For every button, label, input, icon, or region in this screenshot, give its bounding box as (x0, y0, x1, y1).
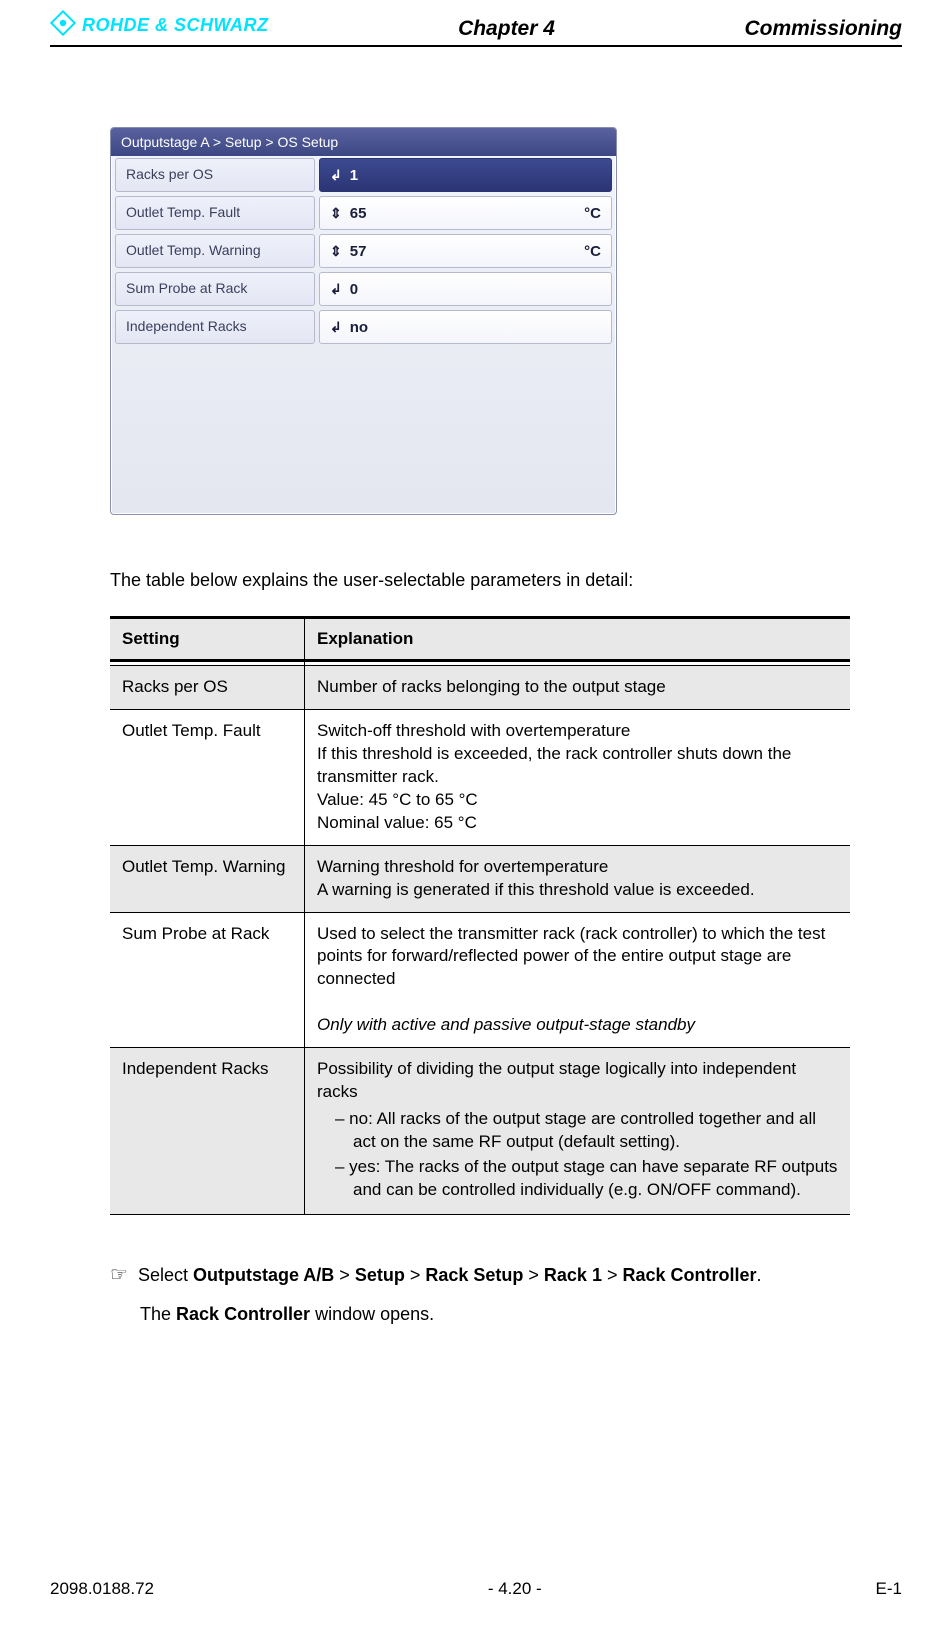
cell-setting: Independent Racks (110, 1048, 305, 1215)
value-unit: °C (584, 243, 601, 260)
setup-fields: Racks per OS↲1Outlet Temp. Fault⇕65°COut… (111, 156, 616, 514)
table-row: Outlet Temp. WarningWarning threshold fo… (110, 845, 850, 912)
instruction-text: Select Outputstage A/B > Setup > Rack Se… (138, 1265, 762, 1286)
value-text: 57 (350, 243, 367, 260)
brand: ROHDE & SCHWARZ (50, 10, 269, 41)
table-row: Sum Probe at RackUsed to select the tran… (110, 912, 850, 1048)
list-item: – yes: The racks of the output stage can… (335, 1156, 838, 1202)
enter-icon: ↲ (330, 281, 342, 298)
brand-text: ROHDE & SCHWARZ (82, 15, 269, 36)
spinner-icon: ⇕ (330, 243, 342, 260)
table-row: Outlet Temp. FaultSwitch-off threshold w… (110, 709, 850, 845)
pointer-icon: ☞ (110, 1265, 128, 1285)
path-segment: Setup (355, 1265, 405, 1285)
cell-note: Only with active and passive output-stag… (317, 1015, 695, 1034)
chapter-label: Chapter 4 (269, 17, 745, 41)
cell-explanation: Warning threshold for overtemperatureA w… (305, 845, 851, 912)
setup-row-value[interactable]: ⇕ 65 °C (319, 196, 612, 230)
table-head-explanation: Explanation (305, 618, 851, 661)
setup-row-value[interactable]: ↲1 (319, 158, 612, 192)
cell-setting: Outlet Temp. Warning (110, 845, 305, 912)
follow-bold: Rack Controller (176, 1304, 310, 1324)
value-text: 1 (350, 167, 358, 184)
parameters-table: Setting Explanation Racks per OSNumber o… (110, 616, 850, 1215)
cell-setting: Racks per OS (110, 666, 305, 710)
footer-left: 2098.0188.72 (50, 1579, 154, 1599)
spinner-icon: ⇕ (330, 205, 342, 222)
setup-row-label: Outlet Temp. Warning (115, 234, 315, 268)
instruction: ☞ Select Outputstage A/B > Setup > Rack … (110, 1265, 872, 1286)
table-row: Racks per OSNumber of racks belonging to… (110, 666, 850, 710)
enter-icon: ↲ (330, 319, 342, 336)
follow-text: The Rack Controller window opens. (140, 1304, 872, 1325)
breadcrumb: Outputstage A > Setup > OS Setup (111, 128, 616, 156)
path-segment: Outputstage A/B (193, 1265, 334, 1285)
cell-explanation: Used to select the transmitter rack (rac… (305, 912, 851, 1048)
brand-logo-icon (50, 10, 76, 41)
cell-explanation: Possibility of dividing the output stage… (305, 1048, 851, 1215)
path-segment: Rack Controller (622, 1265, 756, 1285)
setup-row-label: Independent Racks (115, 310, 315, 344)
footer-right: E-1 (876, 1579, 902, 1599)
path-segment: Rack 1 (544, 1265, 602, 1285)
setup-row-label: Outlet Temp. Fault (115, 196, 315, 230)
list-item: – no: All racks of the output stage are … (335, 1108, 838, 1154)
table-row: Independent RacksPossibility of dividing… (110, 1048, 850, 1215)
value-text: 65 (350, 205, 367, 222)
cell-explanation: Number of racks belonging to the output … (305, 666, 851, 710)
setup-row-value[interactable]: ↲ no (319, 310, 612, 344)
cell-explanation: Switch-off threshold with overtemperatur… (305, 709, 851, 845)
setup-row-1[interactable]: Outlet Temp. Fault ⇕ 65 °C (115, 196, 612, 230)
footer-center: - 4.20 - (488, 1579, 542, 1599)
value-text: 0 (350, 281, 358, 298)
cell-setting: Outlet Temp. Fault (110, 709, 305, 845)
value-unit: °C (584, 205, 601, 222)
intro-text: The table below explains the user-select… (110, 570, 872, 591)
path-segment: Rack Setup (425, 1265, 523, 1285)
table-head-setting: Setting (110, 618, 305, 661)
setup-row-0[interactable]: Racks per OS↲1 (115, 158, 612, 192)
setup-row-value[interactable]: ⇕ 57 °C (319, 234, 612, 268)
page-header: ROHDE & SCHWARZ Chapter 4 Commissioning (50, 10, 902, 47)
value-text: no (350, 319, 368, 336)
follow-pre: The (140, 1304, 176, 1324)
os-setup-window: Outputstage A > Setup > OS Setup Racks p… (110, 127, 617, 515)
setup-row-2[interactable]: Outlet Temp. Warning ⇕ 57 °C (115, 234, 612, 268)
setup-row-value[interactable]: ↲0 (319, 272, 612, 306)
setup-row-label: Sum Probe at Rack (115, 272, 315, 306)
page-title: Commissioning (744, 17, 902, 41)
enter-icon: ↲ (330, 167, 342, 184)
setup-row-4[interactable]: Independent Racks ↲ no (115, 310, 612, 344)
cell-setting: Sum Probe at Rack (110, 912, 305, 1048)
setup-row-label: Racks per OS (115, 158, 315, 192)
follow-post: window opens. (310, 1304, 434, 1324)
setup-row-3[interactable]: Sum Probe at Rack↲0 (115, 272, 612, 306)
cell-bullets: – no: All racks of the output stage are … (317, 1108, 838, 1202)
page-footer: 2098.0188.72 - 4.20 - E-1 (50, 1579, 902, 1599)
